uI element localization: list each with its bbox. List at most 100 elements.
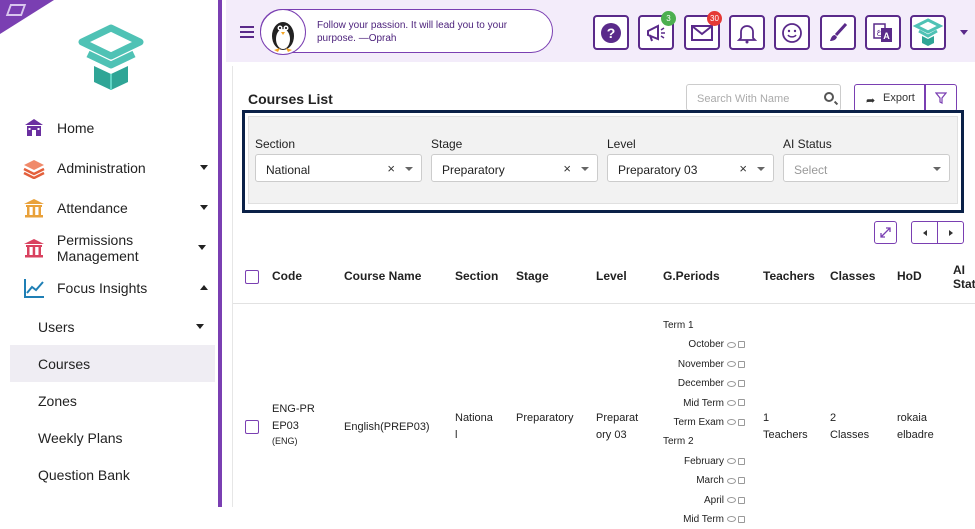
select-all-checkbox[interactable]: [245, 270, 259, 284]
filter-panel: Section National × Stage Preparatory × L…: [242, 110, 964, 213]
section-select[interactable]: National ×: [255, 154, 422, 182]
penguin-avatar: [260, 9, 306, 55]
col-header[interactable]: Teachers: [763, 269, 815, 283]
clear-icon[interactable]: ×: [387, 161, 395, 176]
chevron-down-icon[interactable]: [196, 324, 204, 329]
announcements-button[interactable]: 3: [638, 11, 676, 50]
chevron-down-icon[interactable]: [757, 167, 765, 171]
eye-hidden-icon[interactable]: [727, 477, 736, 484]
search-input[interactable]: Search With Name: [686, 84, 841, 111]
layers-icon: [22, 156, 46, 180]
theme-button[interactable]: [820, 15, 856, 50]
filter-section: Section National ×: [255, 137, 422, 182]
eye-hidden-icon[interactable]: [727, 458, 736, 465]
col-header[interactable]: Course Name: [344, 269, 421, 283]
sidebar-subitem-question-bank[interactable]: Question Bank: [0, 456, 218, 493]
eye-hidden-icon[interactable]: [727, 497, 736, 504]
sidebar-item-attendance[interactable]: Attendance: [0, 188, 218, 228]
export-label: Export: [883, 92, 915, 104]
chevron-up-icon[interactable]: [200, 285, 208, 290]
filter-button[interactable]: [925, 84, 957, 112]
cell-periods: Term 1 October November December Mid Term Ter…: [663, 316, 753, 529]
sidebar-item-focus-insights[interactable]: Focus Insights: [0, 268, 218, 308]
lock-icon[interactable]: [738, 418, 745, 426]
announcements-badge: 3: [661, 11, 676, 26]
sidebar-item-label: Home: [57, 120, 95, 136]
period-item: Term Exam: [663, 413, 753, 432]
sidebar-subitem-users[interactable]: Users: [0, 308, 218, 345]
chevron-down-icon[interactable]: [405, 167, 413, 171]
eye-hidden-icon[interactable]: [727, 361, 736, 368]
sidebar-item-label: Attendance: [57, 200, 128, 216]
svg-text:?: ?: [607, 25, 616, 41]
period-item: December: [663, 374, 753, 393]
lock-icon[interactable]: [738, 360, 745, 368]
sidebar-item-home[interactable]: Home: [0, 108, 218, 148]
col-header[interactable]: Section: [455, 269, 498, 283]
col-header[interactable]: HoD: [897, 269, 922, 283]
language-button[interactable]: عA: [865, 15, 901, 50]
eye-hidden-icon[interactable]: [727, 399, 736, 406]
lock-icon[interactable]: [738, 477, 745, 485]
cell-teachers[interactable]: 1 Teachers: [763, 410, 813, 444]
sidebar-item-permissions[interactable]: Permissions Management: [0, 228, 218, 268]
cell-hod: rokaia elbadre: [897, 412, 934, 441]
notifications-button[interactable]: [729, 15, 765, 50]
sidebar-subitem-weekly-plans[interactable]: Weekly Plans: [0, 419, 218, 456]
lock-icon[interactable]: [738, 341, 745, 349]
messages-button[interactable]: 30: [684, 11, 722, 50]
col-header[interactable]: Stage: [516, 269, 549, 283]
eye-hidden-icon[interactable]: [727, 419, 736, 426]
sidebar-subitem-label: Users: [38, 318, 75, 335]
lock-icon[interactable]: [738, 515, 745, 523]
chevron-down-icon[interactable]: [200, 205, 208, 210]
scroll-left-button[interactable]: [911, 221, 938, 244]
chevron-down-icon[interactable]: [581, 167, 589, 171]
eye-hidden-icon[interactable]: [727, 341, 736, 348]
eye-hidden-icon[interactable]: [727, 380, 736, 387]
cell-classes[interactable]: 2 Classes: [830, 410, 870, 444]
expand-button[interactable]: [874, 221, 897, 244]
help-button[interactable]: ?: [593, 15, 629, 50]
ai-status-select[interactable]: Select: [783, 154, 950, 182]
scroll-right-button[interactable]: [937, 221, 964, 244]
sidebar-subitem-zones[interactable]: Zones: [0, 382, 218, 419]
clear-icon[interactable]: ×: [739, 161, 747, 176]
filter-label: Level: [607, 137, 636, 151]
col-header[interactable]: Level: [596, 269, 627, 283]
profile-button[interactable]: [910, 15, 946, 50]
chevron-down-icon[interactable]: [960, 30, 968, 35]
chevron-down-icon[interactable]: [200, 165, 208, 170]
feedback-button[interactable]: [774, 15, 810, 50]
lock-icon[interactable]: [738, 496, 745, 504]
svg-text:ع: ع: [877, 27, 882, 36]
col-header[interactable]: AI Stat: [953, 263, 975, 291]
col-header[interactable]: Classes: [830, 269, 875, 283]
sidebar-subitem-courses[interactable]: Courses: [10, 345, 215, 382]
chevron-down-icon[interactable]: [933, 167, 941, 171]
eye-hidden-icon[interactable]: [727, 516, 736, 523]
main-content: Courses List Search With Name ➦ Export S…: [232, 66, 975, 525]
period-label: Mid Term: [683, 514, 724, 526]
lock-icon[interactable]: [738, 399, 745, 407]
row-checkbox[interactable]: [245, 420, 259, 434]
clear-icon[interactable]: ×: [563, 161, 571, 176]
search-icon: [824, 92, 834, 102]
stage-select[interactable]: Preparatory ×: [431, 154, 598, 182]
chevron-down-icon[interactable]: [198, 245, 206, 250]
filter-ai-status: AI Status Select: [783, 137, 950, 182]
sidebar-item-administration[interactable]: Administration: [0, 148, 218, 188]
share-icon: ➦: [866, 95, 876, 107]
quote-text: Follow your passion. It will lead you to…: [317, 20, 508, 44]
level-select[interactable]: Preparatory 03 ×: [607, 154, 774, 182]
lock-icon[interactable]: [738, 457, 745, 465]
period-label: Term 1: [663, 320, 694, 331]
col-header[interactable]: G.Periods: [663, 269, 720, 283]
export-button[interactable]: ➦ Export: [854, 84, 925, 112]
collapse-corner[interactable]: [0, 0, 54, 34]
menu-icon[interactable]: [240, 26, 254, 38]
top-bar: Follow your passion. It will lead you to…: [226, 0, 975, 62]
select-value: Preparatory: [442, 163, 505, 177]
lock-icon[interactable]: [738, 380, 745, 388]
col-header[interactable]: Code: [272, 269, 302, 283]
